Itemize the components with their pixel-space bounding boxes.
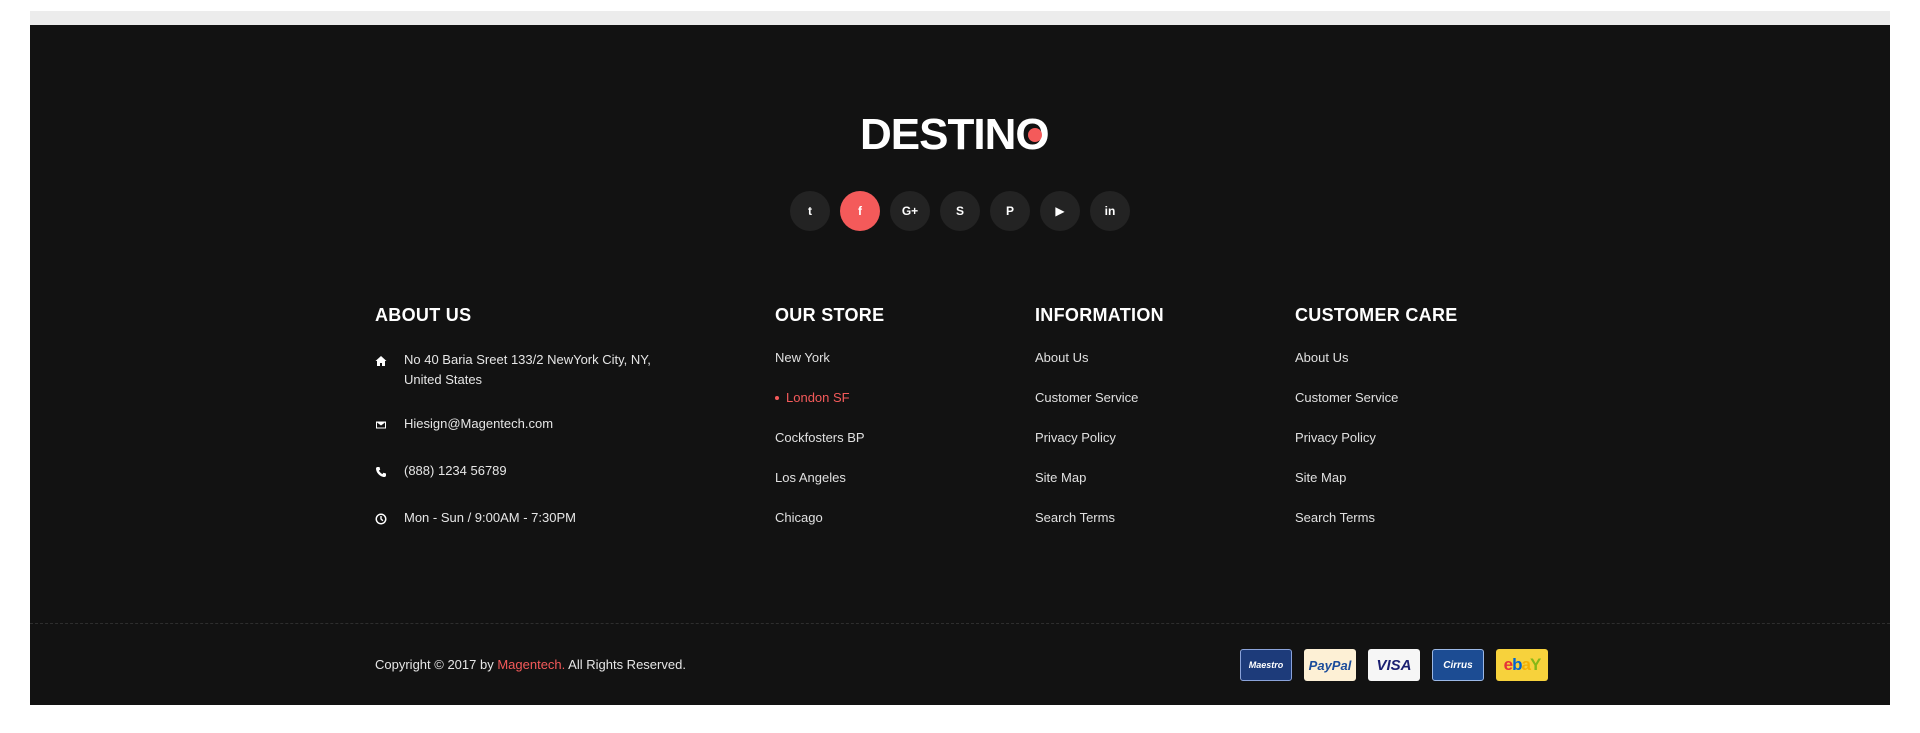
information-link-label: Search Terms <box>1035 510 1115 525</box>
store-link[interactable]: New York <box>775 350 884 390</box>
care-link[interactable]: Search Terms <box>1295 510 1458 550</box>
clock-icon <box>375 508 404 531</box>
ebay-letter-e: e <box>1503 655 1514 674</box>
svg-text:DESTINO: DESTINO <box>860 113 1049 155</box>
store-link-label: Chicago <box>775 510 823 525</box>
information-link-label: Customer Service <box>1035 390 1139 405</box>
customer-care-heading: CUSTOMER CARE <box>1295 305 1458 325</box>
facebook-icon: f <box>858 204 862 218</box>
top-strip <box>30 11 1890 25</box>
store-link-label: New York <box>775 350 830 365</box>
information-link-label: About Us <box>1035 350 1089 365</box>
email-row: Hiesign@Magentech.com <box>375 414 695 437</box>
envelope-icon <box>375 414 404 437</box>
maestro-icon: Maestro <box>1240 649 1292 681</box>
logo-wordmark: DESTINO <box>860 113 1050 155</box>
logo-dot <box>1028 128 1042 142</box>
information-link[interactable]: Privacy Policy <box>1035 430 1164 470</box>
store-link[interactable]: London SF <box>775 390 884 430</box>
about-us-column: ABOUT US No 40 Baria Sreet 133/2 NewYork… <box>375 305 695 555</box>
phone-text: (888) 1234 56789 <box>404 463 507 478</box>
copyright-prefix: Copyright © 2017 by <box>375 657 498 672</box>
store-link-label: Cockfosters BP <box>775 430 865 445</box>
care-link-label: About Us <box>1295 350 1349 365</box>
care-link-label: Customer Service <box>1295 390 1399 405</box>
payment-methods: Maestro PayPal VISA Cirrus ebaY <box>1240 649 1548 681</box>
magentech-link[interactable]: Magentech. <box>497 657 565 672</box>
hours-text: Mon - Sun / 9:00AM - 7:30PM <box>404 510 576 525</box>
linkedin-icon: in <box>1104 204 1116 218</box>
linkedin-button[interactable]: in <box>1090 191 1130 231</box>
visa-icon: VISA <box>1368 649 1420 681</box>
youtube-icon: ▶ <box>1055 204 1065 218</box>
care-link-label: Privacy Policy <box>1295 430 1376 445</box>
footer-divider <box>30 623 1890 624</box>
care-link[interactable]: About Us <box>1295 350 1458 390</box>
copyright-text: Copyright © 2017 by Magentech. All Right… <box>375 657 686 672</box>
ebay-letter-b: b <box>1512 655 1522 674</box>
customer-care-column: CUSTOMER CARE About Us Customer Service Pr… <box>1295 305 1458 550</box>
social-links: t f G+ S P ▶ in <box>30 191 1890 231</box>
care-link[interactable]: Privacy Policy <box>1295 430 1458 470</box>
twitter-icon: t <box>808 204 812 218</box>
google-plus-button[interactable]: G+ <box>890 191 930 231</box>
information-column: INFORMATION About Us Customer Service Priv… <box>1035 305 1164 550</box>
active-dot-icon <box>775 396 779 400</box>
facebook-button[interactable]: f <box>840 191 880 231</box>
information-link[interactable]: Site Map <box>1035 470 1164 510</box>
care-link-label: Site Map <box>1295 470 1347 485</box>
paypal-icon: PayPal <box>1304 649 1356 681</box>
address-row: No 40 Baria Sreet 133/2 NewYork City, NY… <box>375 350 695 390</box>
copyright-suffix: All Rights Reserved. <box>565 657 686 672</box>
hours-row: Mon - Sun / 9:00AM - 7:30PM <box>375 508 695 531</box>
google-plus-icon: G+ <box>901 204 919 218</box>
destino-logo[interactable]: DESTINO <box>30 113 1890 160</box>
customer-care-list: About Us Customer Service Privacy Policy Si… <box>1295 350 1458 550</box>
store-link[interactable]: Cockfosters BP <box>775 430 884 470</box>
store-link[interactable]: Los Angeles <box>775 470 884 510</box>
care-link[interactable]: Site Map <box>1295 470 1458 510</box>
information-link[interactable]: About Us <box>1035 350 1164 390</box>
information-list: About Us Customer Service Privacy Policy Si… <box>1035 350 1164 550</box>
site-footer: DESTINO t f G+ S P ▶ in ABOUT US No 40 Baria S… <box>30 25 1890 705</box>
care-link[interactable]: Customer Service <box>1295 390 1458 430</box>
our-store-heading: OUR STORE <box>775 305 885 325</box>
store-list: New York London SF Cockfosters BP Los Angel… <box>775 350 884 550</box>
information-link[interactable]: Customer Service <box>1035 390 1164 430</box>
twitter-button[interactable]: t <box>790 191 830 231</box>
phone-row: (888) 1234 56789 <box>375 461 695 484</box>
cirrus-icon: Cirrus <box>1432 649 1484 681</box>
information-link-label: Privacy Policy <box>1035 430 1116 445</box>
address-text: No 40 Baria Sreet 133/2 NewYork City, NY… <box>404 352 651 387</box>
care-link-label: Search Terms <box>1295 510 1375 525</box>
pinterest-button[interactable]: P <box>990 191 1030 231</box>
youtube-button[interactable]: ▶ <box>1040 191 1080 231</box>
store-link-label: Los Angeles <box>775 470 846 485</box>
pinterest-icon: P <box>1005 204 1014 218</box>
skype-button[interactable]: S <box>940 191 980 231</box>
home-icon <box>375 350 404 373</box>
ebay-letter-a: a <box>1521 655 1532 674</box>
skype-icon: S <box>955 204 964 218</box>
ebay-letter-y: Y <box>1529 655 1541 674</box>
store-link[interactable]: Chicago <box>775 510 884 550</box>
phone-icon <box>375 461 404 484</box>
about-us-heading: ABOUT US <box>375 305 472 325</box>
our-store-column: OUR STORE New York London SF Cockfosters B… <box>775 305 884 550</box>
information-heading: INFORMATION <box>1035 305 1164 325</box>
ebay-icon: ebaY <box>1496 649 1548 681</box>
information-link[interactable]: Search Terms <box>1035 510 1164 550</box>
information-link-label: Site Map <box>1035 470 1087 485</box>
email-link[interactable]: Hiesign@Magentech.com <box>404 414 664 434</box>
store-link-label: London SF <box>786 390 850 405</box>
